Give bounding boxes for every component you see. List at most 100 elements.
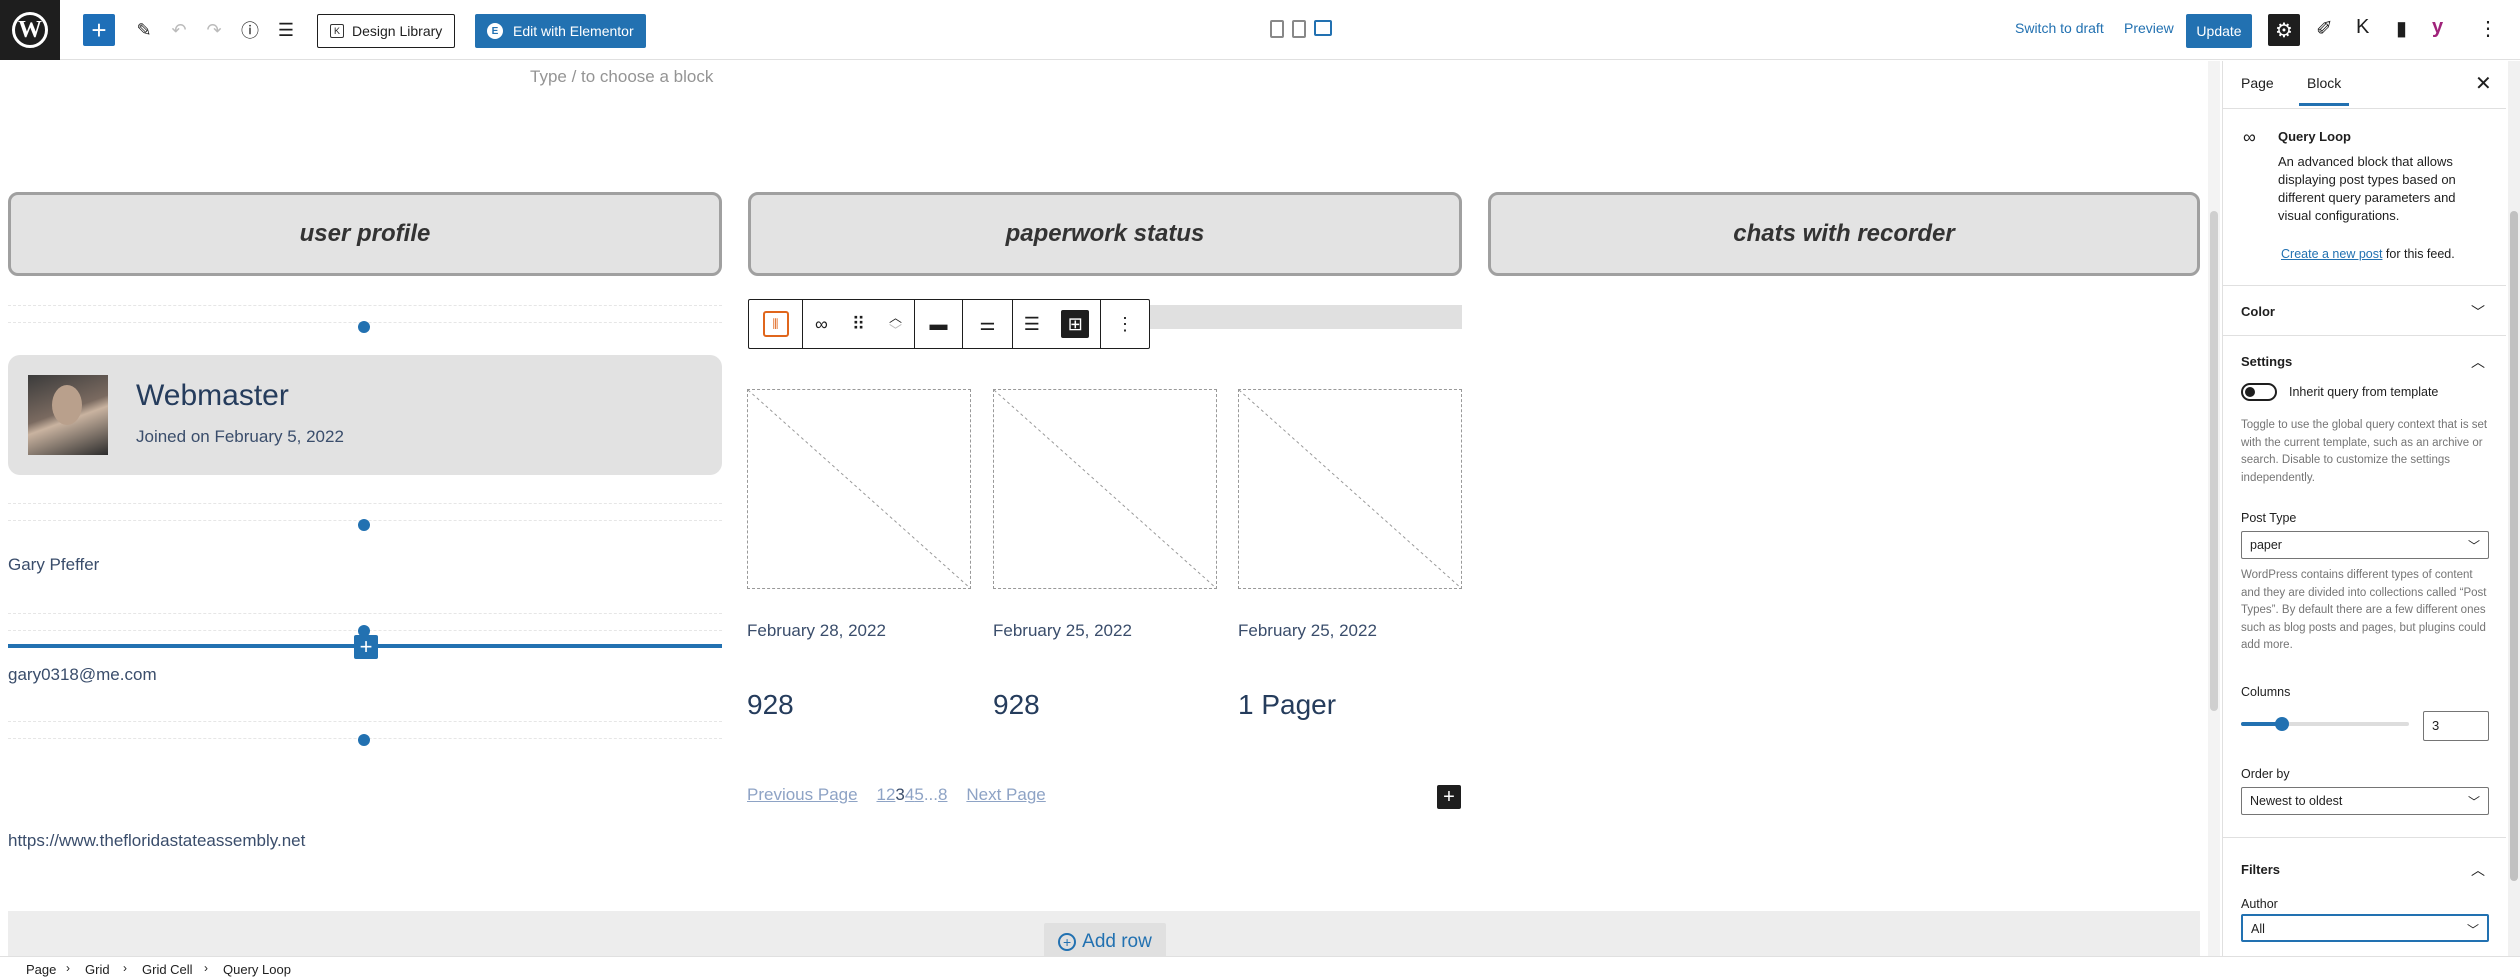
redo-icon[interactable]: ↷ [198,14,230,46]
canvas-scrollbar[interactable] [2208,61,2220,956]
sidebar-tabs: Page Block ✕ [2223,61,2506,109]
preview-button[interactable]: Preview [2124,20,2174,36]
update-button[interactable]: Update [2186,14,2252,48]
chevron-up-icon[interactable]: ︿ [2471,352,2485,372]
post-type-help: WordPress contains different types of co… [2241,569,2487,651]
profile-name: Webmaster [136,379,289,412]
breadcrumb-page[interactable]: Page [26,962,56,977]
header-chats-with-recorder[interactable]: chats with recorder [1488,192,2200,276]
edit-with-elementor-button[interactable]: E Edit with Elementor [475,14,646,48]
post-type-label: Post Type [2241,511,2297,525]
desktop-preview-icon[interactable] [1314,20,1332,36]
tablet-preview-icon[interactable] [1292,20,1306,38]
order-by-select[interactable]: Newest to oldest ﹀ [2241,787,2489,815]
pagination-previous-link[interactable]: Previous Page [747,785,858,804]
resize-handle[interactable] [358,734,370,746]
post-title[interactable]: 928 [747,689,794,721]
block-inserter-button[interactable]: + [83,14,115,46]
block-options-button[interactable]: ⋮ [1101,300,1149,348]
profile-joined-date: Joined on February 5, 2022 [136,427,344,446]
editor-top-bar: W + ✎ ↶ ↷ ⓘ ☰ K Design Library E Edit wi… [0,0,2520,60]
post-title[interactable]: 1 Pager [1238,689,1336,721]
featured-image-placeholder[interactable] [747,389,971,589]
inherit-query-toggle[interactable] [2241,383,2277,401]
columns-label: Columns [2241,685,2291,699]
featured-image-placeholder[interactable] [1238,389,1462,589]
pagination-next-link[interactable]: Next Page [966,785,1045,804]
chevron-down-icon: ﹀ [2471,304,2485,320]
tab-block[interactable]: Block [2299,75,2350,106]
color-panel-header[interactable]: Color ﹀ [2223,285,2506,335]
align-button[interactable]: ▬ [915,300,963,348]
post-type-value: paper [2250,538,2282,552]
grid-layout-icon[interactable]: ⊞ [1061,310,1090,338]
columns-slider[interactable] [2241,717,2409,731]
breadcrumb-query-loop: Query Loop [223,962,291,977]
edit-style-icon[interactable]: ✐ [2316,16,2333,41]
pagination-number[interactable]: 4 [905,785,914,804]
undo-icon[interactable]: ↶ [163,14,195,46]
settings-gear-icon[interactable]: ⚙ [2268,14,2300,46]
chevron-down-icon[interactable]: ﹀ [889,324,902,337]
append-block-plus-icon[interactable]: + [1437,785,1461,809]
device-preview-switcher [1270,20,1332,38]
post-date[interactable]: February 25, 2022 [993,621,1132,641]
settings-panel-title[interactable]: Settings [2241,354,2292,369]
profile-full-name[interactable]: Gary Pfeffer [8,555,99,575]
design-library-button[interactable]: K Design Library [317,14,456,48]
post-type-select[interactable]: paper ﹀ [2241,531,2489,559]
profile-website[interactable]: https://www.thefloridastateassembly.net [8,831,305,851]
featured-image-placeholder[interactable] [993,389,1217,589]
user-profile-card[interactable]: Webmaster Joined on February 5, 2022 [8,355,722,475]
details-info-icon[interactable]: ⓘ [234,14,266,46]
resize-handle[interactable] [358,519,370,531]
block-card-title: Query Loop [2278,129,2351,144]
pagination-current-page: 3 [895,785,905,804]
display-settings-button[interactable]: ⚌ [963,300,1013,348]
filters-panel-title[interactable]: Filters [2241,862,2280,877]
clipboard-icon[interactable]: ▮ [2396,16,2407,41]
add-row-label: Add row [1082,931,1152,952]
list-layout-icon[interactable]: ☰ [1024,314,1040,335]
list-view-icon[interactable]: ☰ [270,14,302,46]
sidebar-scrollbar[interactable] [2508,61,2520,956]
mobile-preview-icon[interactable] [1270,20,1284,38]
chevron-down-icon: ﹀ [2466,923,2479,937]
block-placeholder[interactable]: Type / to choose a block [530,67,713,87]
pagination-number[interactable]: 2 [886,785,895,804]
post-title[interactable]: 928 [993,689,1040,721]
post-date[interactable]: February 25, 2022 [1238,621,1377,641]
create-new-post-link[interactable]: Create a new post [2281,247,2382,261]
header-paperwork-status[interactable]: paperwork status [748,192,1462,276]
tab-page[interactable]: Page [2241,75,2274,91]
design-library-label: Design Library [352,23,443,39]
query-loop-icon: ∞ [2243,127,2256,147]
yoast-seo-icon[interactable]: y [2432,16,2443,39]
more-options-icon[interactable]: ⋮ [2478,16,2498,41]
author-select[interactable]: All ﹀ [2241,914,2489,942]
slider-knob[interactable] [2275,717,2289,731]
create-post-suffix: for this feed. [2382,247,2455,261]
chevron-up-icon[interactable]: ︿ [2471,860,2485,880]
drag-handle-icon[interactable]: ⠿ [852,314,865,335]
columns-number-input[interactable]: 3 [2423,711,2489,741]
pagination-number[interactable]: 1 [876,785,885,804]
switch-to-draft-button[interactable]: Switch to draft [2015,20,2104,36]
pagination-number[interactable]: 5 [914,785,923,804]
wordpress-logo-button[interactable]: W [0,0,60,60]
header-user-profile[interactable]: user profile [8,192,722,276]
profile-email[interactable]: gary0318@me.com [8,665,157,685]
insert-block-plus-icon[interactable]: + [354,634,378,659]
breadcrumb-grid-cell[interactable]: Grid Cell [142,962,193,977]
select-parent-button[interactable]: ⦀ [749,300,803,348]
close-icon[interactable]: ✕ [2475,71,2492,96]
breadcrumb-grid[interactable]: Grid [85,962,110,977]
author-value: All [2251,922,2265,936]
add-row-button[interactable]: + Add row [1044,923,1166,956]
move-arrows[interactable]: ︿ ﹀ [889,311,902,337]
post-date[interactable]: February 28, 2022 [747,621,886,641]
resize-handle[interactable] [358,321,370,333]
pencil-tools-icon[interactable]: ✎ [128,14,160,46]
pagination-number[interactable]: 8 [938,785,947,804]
kadence-icon[interactable]: K [2356,16,2369,39]
